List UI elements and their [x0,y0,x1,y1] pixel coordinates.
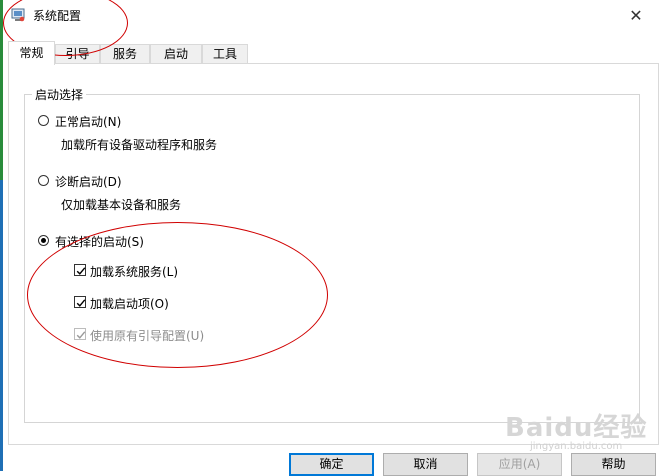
apply-button: 应用(A) [477,453,562,476]
cancel-button[interactable]: 取消 [383,453,468,476]
help-button[interactable]: 帮助 [571,453,656,476]
annotation-ellipse-options [27,222,328,368]
diagnostic-startup-label[interactable]: 诊断启动(D) [55,173,122,190]
baidu-watermark: Baidu经验 [505,413,648,443]
tab-tools[interactable]: 工具 [202,44,248,63]
close-button[interactable]: ✕ [613,0,659,30]
tab-startup[interactable]: 启动 [150,44,202,63]
tab-general[interactable]: 常规 [8,41,55,65]
diagnostic-startup-radio[interactable] [38,175,49,186]
diagnostic-startup-description: 仅加载基本设备和服务 [61,198,182,212]
left-window-edge-blue [0,180,3,471]
normal-startup-description: 加载所有设备驱动程序和服务 [61,138,218,152]
baidu-watermark-url: jingyan.baidu.com [530,441,623,452]
normal-startup-radio[interactable] [38,115,49,126]
normal-startup-label[interactable]: 正常启动(N) [55,113,121,130]
group-label: 启动选择 [32,86,87,103]
ok-button[interactable]: 确定 [289,453,374,476]
selective-startup-radio[interactable] [38,235,49,246]
